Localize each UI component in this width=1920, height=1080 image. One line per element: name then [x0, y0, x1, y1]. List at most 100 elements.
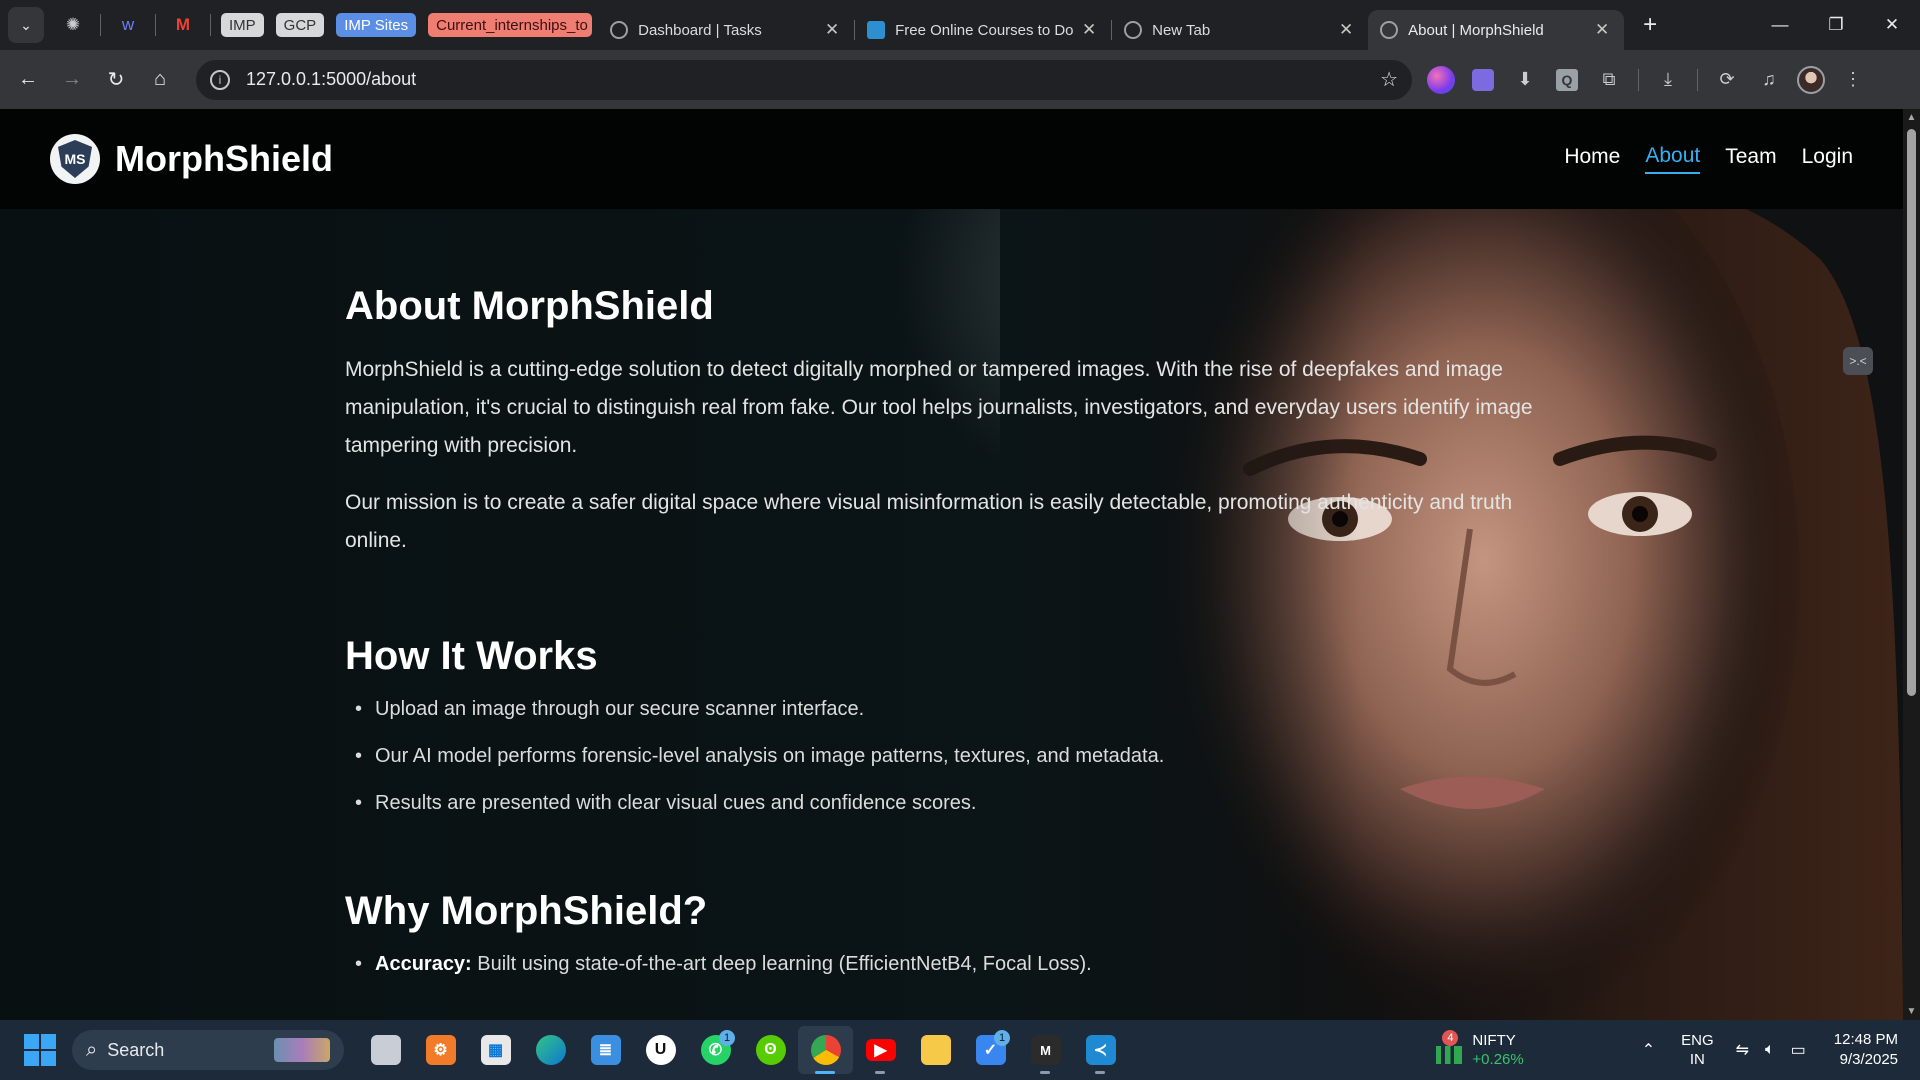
performance-icon[interactable]: ⟳: [1710, 63, 1744, 97]
about-paragraph: MorphShield is a cutting-edge solution t…: [345, 358, 1533, 457]
lang-top: ENG: [1681, 1032, 1714, 1049]
url-text[interactable]: 127.0.0.1:5000/about: [246, 69, 1380, 90]
list-item: Upload an image through our secure scann…: [345, 697, 1545, 721]
tab-title: Dashboard | Tasks: [638, 21, 762, 39]
microsoft-todo-icon[interactable]: ✓ 1: [963, 1026, 1018, 1074]
chrome-icon[interactable]: [798, 1026, 853, 1074]
bookmark-current-internships[interactable]: Current_internships_to: [428, 13, 593, 37]
restore-icon[interactable]: ❐: [1808, 0, 1864, 50]
browser-toolbar: ← → ↻ ⌂ i 127.0.0.1:5000/about ☆ ⬇ Q ⧉ ⤓…: [0, 50, 1920, 109]
brand-name[interactable]: MorphShield: [115, 138, 333, 180]
download-helper-icon[interactable]: ⬇: [1508, 63, 1542, 97]
about-content: About MorphShield MorphShield is a cutti…: [345, 284, 1545, 999]
window-close-icon[interactable]: ✕: [1864, 0, 1920, 50]
battery-icon[interactable]: ▭: [1791, 1040, 1806, 1060]
bookmark-imp[interactable]: IMP: [221, 13, 264, 37]
task-view-icon[interactable]: [358, 1026, 413, 1074]
extension-icon[interactable]: [1466, 63, 1500, 97]
notepad-icon[interactable]: ≣: [578, 1026, 633, 1074]
home-icon[interactable]: ⌂: [138, 58, 182, 102]
tab-dashboard[interactable]: Dashboard | Tasks ✕: [598, 10, 854, 50]
mongodb-compass-icon[interactable]: M: [1018, 1026, 1073, 1074]
bookmark-gcp[interactable]: GCP: [275, 13, 325, 37]
copilot-extension-icon[interactable]: [1424, 63, 1458, 97]
profile-avatar[interactable]: [1794, 63, 1828, 97]
side-panel-extension-icon[interactable]: >.<: [1843, 347, 1873, 375]
upwork-icon[interactable]: U: [633, 1026, 688, 1074]
nav-about[interactable]: About: [1645, 144, 1701, 174]
close-icon[interactable]: ✕: [1336, 20, 1356, 40]
tab-title: Free Online Courses to Do: [895, 21, 1074, 39]
puzzle-extensions-icon[interactable]: ⧉: [1592, 63, 1626, 97]
youtube-icon[interactable]: ▶: [853, 1026, 908, 1074]
close-icon[interactable]: ✕: [1592, 20, 1612, 40]
notification-badge: 4: [1442, 1030, 1459, 1046]
q-extension-icon[interactable]: Q: [1550, 63, 1584, 97]
nav-team[interactable]: Team: [1725, 145, 1776, 173]
address-bar[interactable]: i 127.0.0.1:5000/about ☆: [196, 59, 1412, 100]
nav-login[interactable]: Login: [1802, 145, 1853, 173]
why-morphshield-title: Why MorphShield?: [345, 889, 708, 933]
duolingo-icon[interactable]: ʘ: [743, 1026, 798, 1074]
search-label: Search: [107, 1039, 165, 1060]
downloads-icon[interactable]: ⤓: [1651, 63, 1685, 97]
list-item: Our AI model performs forensic-level ana…: [345, 744, 1545, 768]
reload-icon[interactable]: ↻: [94, 58, 138, 102]
minimize-icon[interactable]: —: [1752, 0, 1808, 50]
how-it-works-list: Upload an image through our secure scann…: [345, 697, 1545, 815]
whatsapp-icon[interactable]: ✆ 1: [688, 1026, 743, 1074]
windows-taskbar: ⌕ Search ⚙ ▦ ≣ U ✆ 1 ʘ ▶ ✓ 1 M ≺ 4 NIFTY +…: [0, 1020, 1920, 1080]
scrollbar-thumb[interactable]: [1907, 129, 1916, 696]
site-navbar: MS MorphShield Home About Team Login: [0, 109, 1903, 209]
tab-title: About | MorphShield: [1408, 21, 1544, 39]
feature-label: Accuracy:: [375, 953, 472, 975]
edge-icon[interactable]: [523, 1026, 578, 1074]
main-menu: Home About Team Login: [1564, 109, 1853, 209]
divider: [155, 14, 156, 36]
forward-arrow-icon[interactable]: →: [50, 58, 94, 102]
menu-kebab-icon[interactable]: ⋮: [1836, 63, 1870, 97]
search-icon: ⌕: [86, 1038, 98, 1061]
scroll-down-icon[interactable]: ▼: [1903, 1003, 1920, 1020]
close-icon[interactable]: ✕: [822, 20, 842, 40]
site-info-icon[interactable]: i: [210, 69, 230, 90]
windows-start-icon[interactable]: [24, 1034, 56, 1066]
divider: [1697, 68, 1698, 91]
bookmark-star-icon[interactable]: ☆: [1380, 67, 1398, 92]
microsoft-store-icon[interactable]: ▦: [468, 1026, 523, 1074]
pinned-app-icon[interactable]: ᴡ: [111, 8, 145, 42]
page-scrollbar[interactable]: ▲ ▼: [1903, 109, 1920, 1020]
media-control-icon[interactable]: ♫: [1752, 63, 1786, 97]
clock[interactable]: 12:48 PM 9/3/2025: [1834, 1030, 1898, 1070]
network-icon[interactable]: ⇋: [1736, 1040, 1749, 1060]
volume-icon[interactable]: 🔈︎: [1765, 1041, 1775, 1059]
chatgpt-icon[interactable]: ✺: [56, 8, 90, 42]
nifty-widget[interactable]: 4 NIFTY +0.26%: [1434, 1030, 1524, 1069]
tab-new-tab[interactable]: New Tab ✕: [1112, 10, 1368, 50]
scroll-up-icon[interactable]: ▲: [1903, 109, 1920, 126]
file-explorer-icon[interactable]: [908, 1026, 963, 1074]
close-icon[interactable]: ✕: [1079, 20, 1099, 40]
taskbar-apps: ⚙ ▦ ≣ U ✆ 1 ʘ ▶ ✓ 1 M ≺: [358, 1026, 1128, 1074]
bookmark-imp-sites[interactable]: IMP Sites: [336, 13, 417, 37]
tab-about-morphshield[interactable]: About | MorphShield ✕: [1368, 10, 1625, 50]
morphshield-logo[interactable]: MS: [50, 134, 100, 184]
new-tab-button[interactable]: +: [1632, 7, 1668, 43]
xampp-icon[interactable]: ⚙: [413, 1026, 468, 1074]
tab-free-courses[interactable]: Free Online Courses to Do ✕: [855, 10, 1111, 50]
back-arrow-icon[interactable]: ←: [6, 58, 50, 102]
lang-bottom: IN: [1689, 1051, 1705, 1068]
webpage: MS MorphShield Home About Team Login Abo…: [0, 109, 1903, 1020]
chevron-up-icon[interactable]: ⌃: [1642, 1040, 1655, 1060]
taskbar-search[interactable]: ⌕ Search: [72, 1030, 344, 1070]
nav-home[interactable]: Home: [1564, 145, 1620, 173]
nifty-change: +0.26%: [1472, 1051, 1524, 1068]
how-it-works-title: How It Works: [345, 634, 598, 678]
vscode-icon[interactable]: ≺: [1073, 1026, 1128, 1074]
search-highlight-image: [274, 1038, 330, 1062]
language-indicator[interactable]: ENG IN: [1681, 1031, 1714, 1069]
globe-icon: [610, 21, 629, 39]
tab-search-button[interactable]: ⌄: [8, 7, 44, 43]
clock-date: 9/3/2025: [1839, 1051, 1898, 1068]
gmail-icon[interactable]: M: [166, 8, 200, 42]
